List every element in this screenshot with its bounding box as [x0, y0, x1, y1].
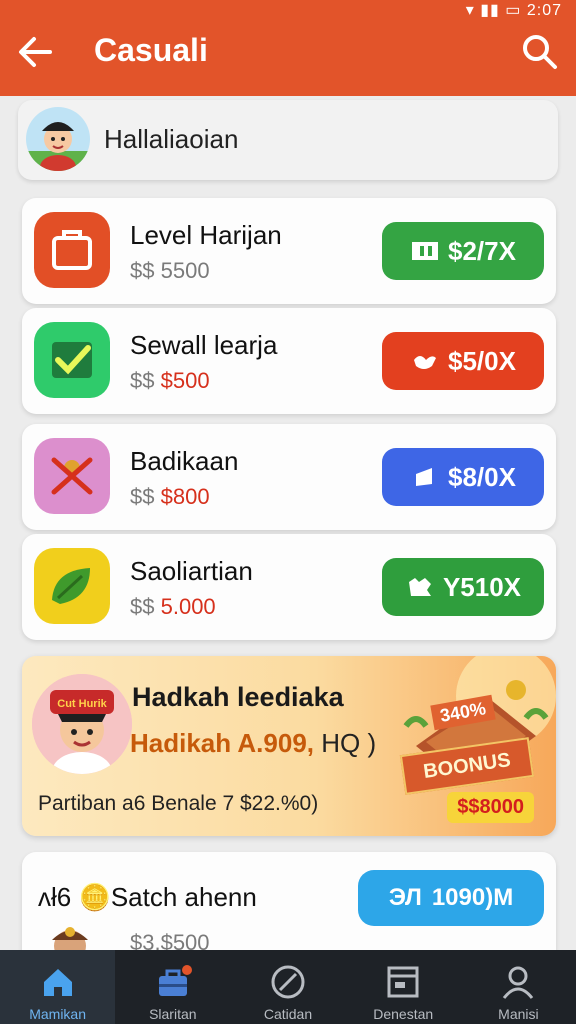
- task-title: Saoliartian: [130, 556, 253, 586]
- task-icon: [34, 548, 110, 624]
- reward-button[interactable]: Y510X: [382, 558, 544, 616]
- bonus-subtitle: Hadikah A.909, HQ ): [130, 728, 377, 758]
- avatar: [26, 107, 90, 171]
- nav-item-catidan[interactable]: Catidan: [230, 950, 345, 1024]
- user-card[interactable]: Hallaliaoian: [18, 100, 558, 180]
- briefcase-icon: [158, 965, 192, 996]
- window-icon: [387, 966, 419, 998]
- reward-button[interactable]: $2/7X: [382, 222, 544, 280]
- svg-text:Cut Hurik: Cut Hurik: [57, 698, 107, 710]
- bottom-nav: Mamikan Slaritan Catidan Denestan Manisi: [0, 950, 576, 1024]
- card-icon: [410, 464, 440, 490]
- bonus-footer: Partiban a6 Benale 7 $22.%0): [38, 792, 319, 815]
- nav-item-mamikan[interactable]: Mamikan: [0, 950, 116, 1024]
- status-bar: ▾ ▮▮ ▭ 2:07: [465, 2, 562, 19]
- task-title: Sewall learja: [130, 330, 278, 360]
- nav-item-denestan[interactable]: Denestan: [346, 950, 461, 1024]
- crossed-tool-icon: [51, 457, 93, 495]
- task-title: Badikaan: [130, 446, 239, 476]
- task-title: ʌł6 🪙Satch ahenn: [38, 882, 257, 912]
- bonus-title: Hadkah leediaka: [132, 682, 344, 712]
- page-title: Casuali: [94, 32, 208, 68]
- ticket-icon: [410, 238, 440, 264]
- ticket-icon: ЭЛ: [388, 884, 422, 911]
- checkmark-icon: [52, 342, 92, 378]
- task-item-sewall-learja[interactable]: Sewall learja $$ $500 $5/0X: [22, 308, 556, 414]
- bonus-avatar: Cut Hurik: [32, 674, 132, 774]
- task-amount: $$ $500: [130, 368, 210, 393]
- reward-button[interactable]: $8/0X: [382, 448, 544, 506]
- task-icon: [34, 438, 110, 514]
- bird-icon: [410, 348, 440, 374]
- leaf-icon: [52, 568, 90, 604]
- search-icon: [523, 35, 557, 69]
- task-amount: $$ 5500: [130, 258, 210, 283]
- task-amount: $$ 5.000: [130, 594, 216, 619]
- briefcase-icon: [52, 230, 92, 270]
- search-button[interactable]: [518, 30, 562, 74]
- reward-button[interactable]: ЭЛ 1090)M: [358, 870, 544, 926]
- app-header: ▾ ▮▮ ▭ 2:07 Casuali: [0, 0, 576, 96]
- home-icon: [43, 969, 72, 996]
- bonus-card[interactable]: Cut Hurik Hadkah leediaka Hadikah A.909,…: [22, 656, 556, 836]
- user-name: Hallaliaoian: [104, 124, 239, 154]
- bonus-price-tag[interactable]: $$8000: [447, 792, 534, 823]
- task-item-saoliartian[interactable]: Saoliartian $$ 5.000 Y510X: [22, 534, 556, 640]
- task-amount: $$ $800: [130, 484, 210, 509]
- task-item-badikaan[interactable]: Badikaan $$ $800 $8/0X: [22, 424, 556, 530]
- nav-item-slaritan[interactable]: Slaritan: [115, 950, 230, 1024]
- puzzle-icon: [405, 574, 435, 600]
- compass-icon: [271, 965, 305, 999]
- task-icon: [34, 322, 110, 398]
- task-icon: [34, 212, 110, 288]
- reward-button[interactable]: $5/0X: [382, 332, 544, 390]
- back-button[interactable]: [14, 30, 58, 74]
- task-title: Level Harijan: [130, 220, 282, 250]
- nav-item-manisi[interactable]: Manisi: [461, 950, 576, 1024]
- arrow-left-icon: [19, 37, 52, 67]
- task-item-level-harijan[interactable]: Level Harijan $$ 5500 $2/7X: [22, 198, 556, 304]
- person-icon: [503, 966, 534, 999]
